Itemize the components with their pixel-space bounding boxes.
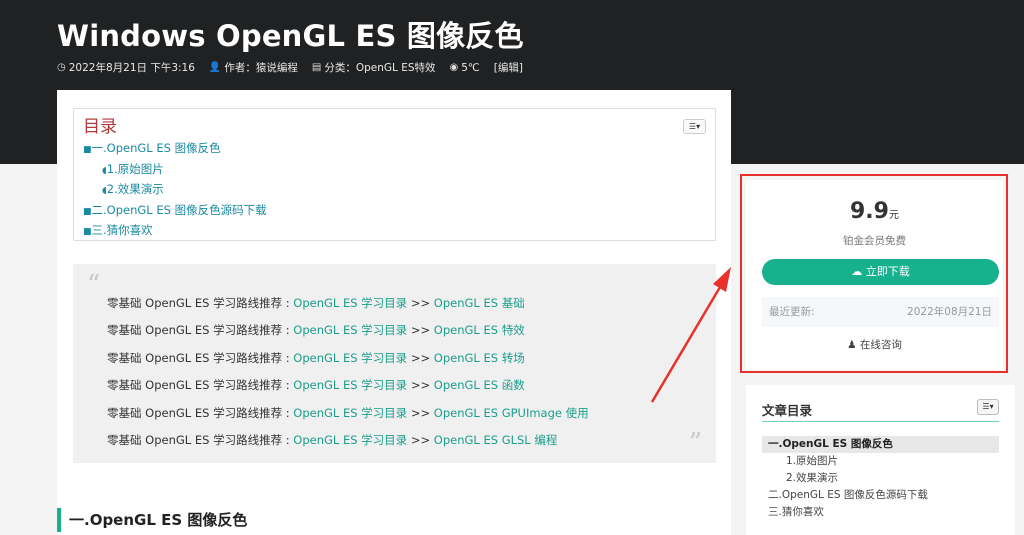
user-icon: 👤 [208,62,222,73]
clock-icon: ◷ [57,62,66,73]
sidebar-toc-item[interactable]: 三.猜你喜欢 [762,504,999,521]
meta-category-text[interactable]: 分类：OpenGL ES特效 [324,60,435,75]
sidebar-article-toc: 文章目录 ☰▾ 一.OpenGL ES 图像反色 1.原始图片 2.效果演示 二… [746,385,1015,535]
table-of-contents: 目录 ☰▾ ■一.OpenGL ES 图像反色 ◖1.原始图片 ◖2.效果演示 … [73,108,716,241]
catalog-link[interactable]: OpenGL ES 学习目录 [293,433,407,447]
divider [762,421,999,422]
topic-link[interactable]: OpenGL ES 函数 [434,378,525,392]
topic-link[interactable]: OpenGL ES 基础 [434,296,525,310]
sidebar-toc-item[interactable]: 1.原始图片 [762,453,999,470]
toc-item[interactable]: ◖1.原始图片 [83,160,707,181]
meta-author: 👤 作者：猿说编程 [209,60,298,75]
sidebar-toc-list: 一.OpenGL ES 图像反色 1.原始图片 2.效果演示 二.OpenGL … [762,436,999,521]
sidebar-toc-title: 文章目录 [762,403,813,418]
catalog-link[interactable]: OpenGL ES 学习目录 [293,296,407,310]
quote-line: 零基础 OpenGL ES 学习路线推荐 : OpenGL ES 学习目录 >>… [107,350,525,365]
catalog-link[interactable]: OpenGL ES 学习目录 [293,323,407,337]
topic-link[interactable]: OpenGL ES 转场 [434,351,525,365]
edit-link[interactable]: [编辑] [494,60,523,75]
quote-line: 零基础 OpenGL ES 学习路线推荐 : OpenGL ES 学习目录 >>… [107,378,525,393]
meta-date: ◷ 2022年8月21日 下午3:16 [57,60,195,75]
catalog-link[interactable]: OpenGL ES 学习目录 [293,406,407,420]
learning-path-quote: “ 零基础 OpenGL ES 学习路线推荐 : OpenGL ES 学习目录 … [73,264,716,463]
sidebar-toc-item[interactable]: 2.效果演示 [762,470,999,487]
toc-item[interactable]: ■一.OpenGL ES 图像反色 [83,139,707,160]
annotation-highlight-box [740,174,1008,373]
toc-item[interactable]: ◖2.效果演示 [83,180,707,201]
quote-line: 零基础 OpenGL ES 学习路线推荐 : OpenGL ES 学习目录 >>… [107,433,558,448]
article-body: 目录 ☰▾ ■一.OpenGL ES 图像反色 ◖1.原始图片 ◖2.效果演示 … [57,90,731,535]
meta-date-text: 2022年8月21日 下午3:16 [68,62,195,74]
toc-list: ■一.OpenGL ES 图像反色 ◖1.原始图片 ◖2.效果演示 ■二.Ope… [83,139,707,242]
quote-lines: 零基础 OpenGL ES 学习路线推荐 : OpenGL ES 学习目录 >>… [107,290,589,454]
catalog-link[interactable]: OpenGL ES 学习目录 [293,378,407,392]
catalog-link[interactable]: OpenGL ES 学习目录 [293,351,407,365]
topic-link[interactable]: OpenGL ES GPUImage 使用 [434,406,589,420]
sidebar-toc-item[interactable]: 一.OpenGL ES 图像反色 [762,436,999,453]
sidebar-toc-item[interactable]: 二.OpenGL ES 图像反色源码下载 [762,487,999,504]
topic-link[interactable]: OpenGL ES GLSL 编程 [434,433,558,447]
toc-title: 目录 [83,117,117,137]
meta-views: ◉ 5℃ [450,60,480,75]
quote-open-mark: “ [87,270,101,300]
topic-link[interactable]: OpenGL ES 特效 [434,323,525,337]
meta-views-text: 5℃ [461,61,480,74]
quote-close-mark: ” [688,428,702,458]
meta-category[interactable]: ▤ 分类：OpenGL ES特效 [312,60,436,75]
meta-author-text: 作者：猿说编程 [224,62,298,74]
quote-line: 零基础 OpenGL ES 学习路线推荐 : OpenGL ES 学习目录 >>… [107,296,525,310]
sidebar-toc-toggle-button[interactable]: ☰▾ [977,399,999,415]
quote-line: 零基础 OpenGL ES 学习路线推荐 : OpenGL ES 学习目录 >>… [107,323,525,338]
toc-toggle-button[interactable]: ☰▾ [683,119,706,134]
toc-item[interactable]: ■二.OpenGL ES 图像反色源码下载 [83,201,707,222]
page-title: Windows OpenGL ES 图像反色 [57,19,524,53]
post-meta: ◷ 2022年8月21日 下午3:16 👤 作者：猿说编程 ▤ 分类：OpenG… [57,60,523,75]
section-heading: 一.OpenGL ES 图像反色 [57,508,257,532]
quote-line: 零基础 OpenGL ES 学习路线推荐 : OpenGL ES 学习目录 >>… [107,405,589,420]
eye-icon: ◉ [449,62,459,73]
folder-icon: ▤ [311,62,322,73]
toc-item[interactable]: ■三.猜你喜欢 [83,221,707,242]
